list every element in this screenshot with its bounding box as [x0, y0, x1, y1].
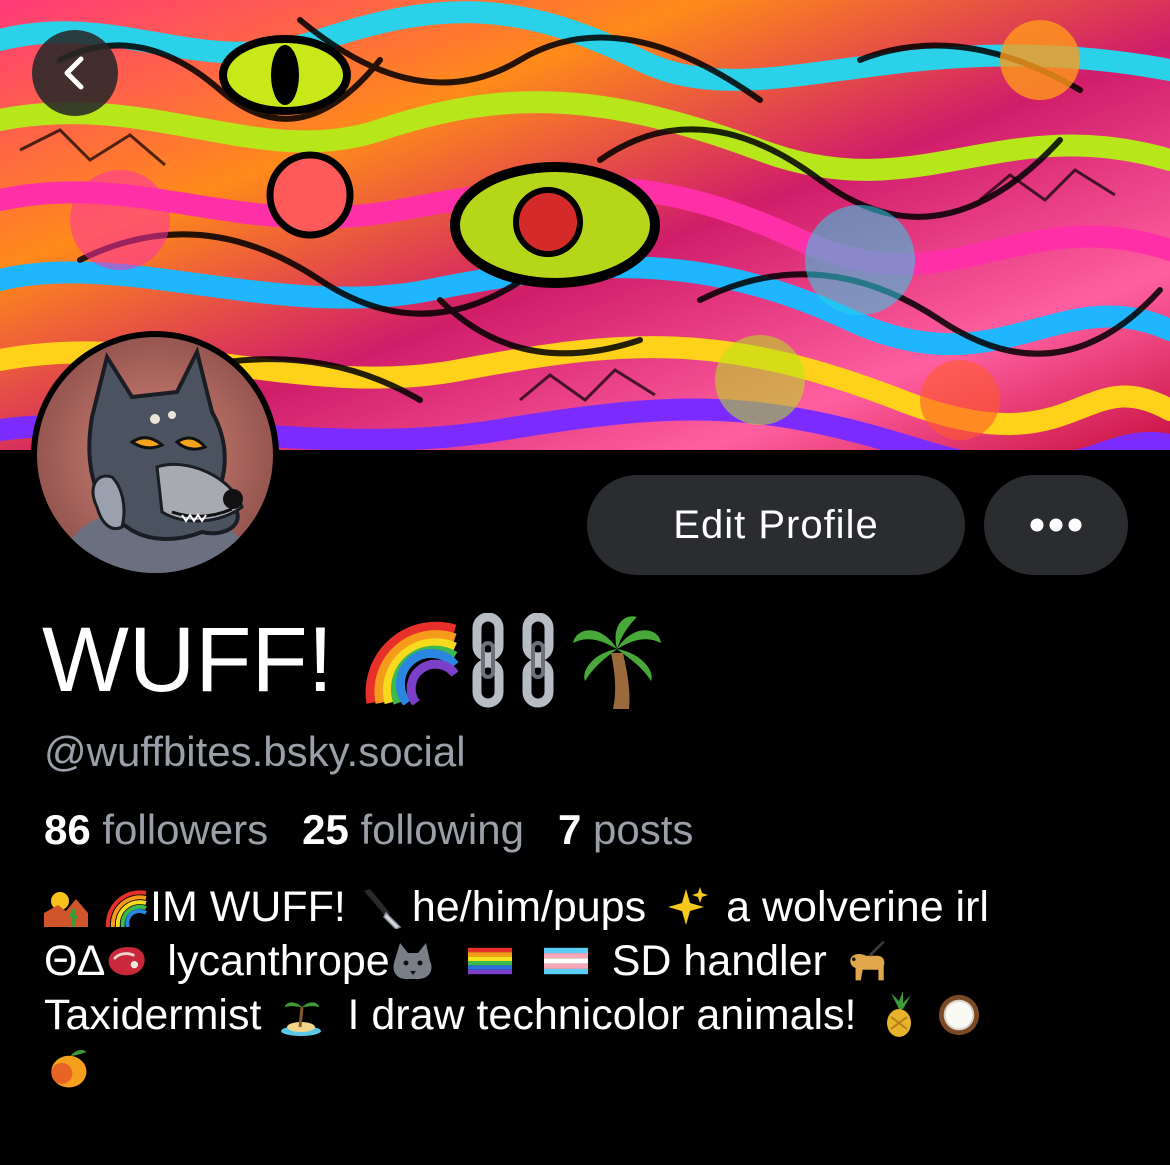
pineapple-icon	[875, 991, 919, 1037]
edit-profile-button[interactable]: Edit Profile	[587, 475, 965, 575]
wolf-avatar-image	[37, 337, 273, 573]
bio-text-3b: I draw technicolor animals!	[347, 991, 857, 1039]
bio-line-3: Taxidermist I draw technicolor animals!	[44, 988, 1134, 1042]
profile-stats: 86 followers 25 following 7 posts	[44, 806, 693, 854]
island-icon	[279, 993, 323, 1037]
bio-line-4	[44, 1042, 1134, 1096]
following-label: following	[360, 806, 524, 853]
posts-label: posts	[592, 806, 694, 853]
handle[interactable]: @wuffbites.bsky.social	[44, 728, 466, 776]
sparkles-icon	[664, 885, 709, 929]
coconut-icon	[937, 993, 981, 1037]
wolf-icon	[390, 939, 434, 983]
bio-line-1: IM WUFF! he/him/pups a wolverine irl	[44, 880, 1134, 934]
pride-flag-icon	[467, 939, 512, 983]
bio-text-1b: he/him/pups	[411, 883, 647, 931]
bio-text-2b: lycanthrope	[167, 937, 390, 985]
guide-dog-icon	[845, 939, 889, 983]
following-count: 25	[302, 806, 349, 853]
bio: IM WUFF! he/him/pups a wolverine irl ΘΔ …	[44, 880, 1134, 1096]
chevron-left-icon	[64, 56, 84, 90]
display-name-text: WUFF!	[42, 609, 334, 711]
more-options-button[interactable]	[984, 475, 1128, 575]
bio-text-1c: a wolverine irl	[726, 883, 989, 931]
chains-icon	[472, 612, 554, 707]
followers-stat[interactable]: 86 followers	[44, 806, 268, 854]
rainbow-icon	[365, 621, 459, 705]
display-name: WUFF!	[42, 608, 663, 713]
back-button[interactable]	[32, 30, 118, 116]
posts-stat: 7 posts	[558, 806, 693, 854]
ellipsis-icon	[1030, 518, 1082, 532]
following-stat[interactable]: 25 following	[302, 806, 524, 854]
posts-count: 7	[557, 806, 582, 853]
bio-text-2c: SD handler	[611, 937, 827, 985]
knife-icon	[360, 885, 404, 929]
bio-text-3a: Taxidermist	[44, 991, 262, 1039]
palm-tree-icon	[573, 615, 662, 709]
mango-icon	[46, 1047, 90, 1091]
followers-count: 86	[44, 806, 91, 853]
trans-flag-icon	[543, 939, 588, 983]
rainbow-icon	[104, 885, 148, 929]
meat-icon	[105, 939, 149, 983]
avatar[interactable]	[31, 331, 279, 579]
bio-text-2a: ΘΔ	[44, 937, 106, 985]
followers-label: followers	[102, 806, 269, 853]
bio-text-1a: IM WUFF!	[150, 883, 346, 931]
desert-sunset-icon	[44, 885, 88, 929]
bio-line-2: ΘΔ lycanthrope SD handler	[44, 934, 1134, 988]
